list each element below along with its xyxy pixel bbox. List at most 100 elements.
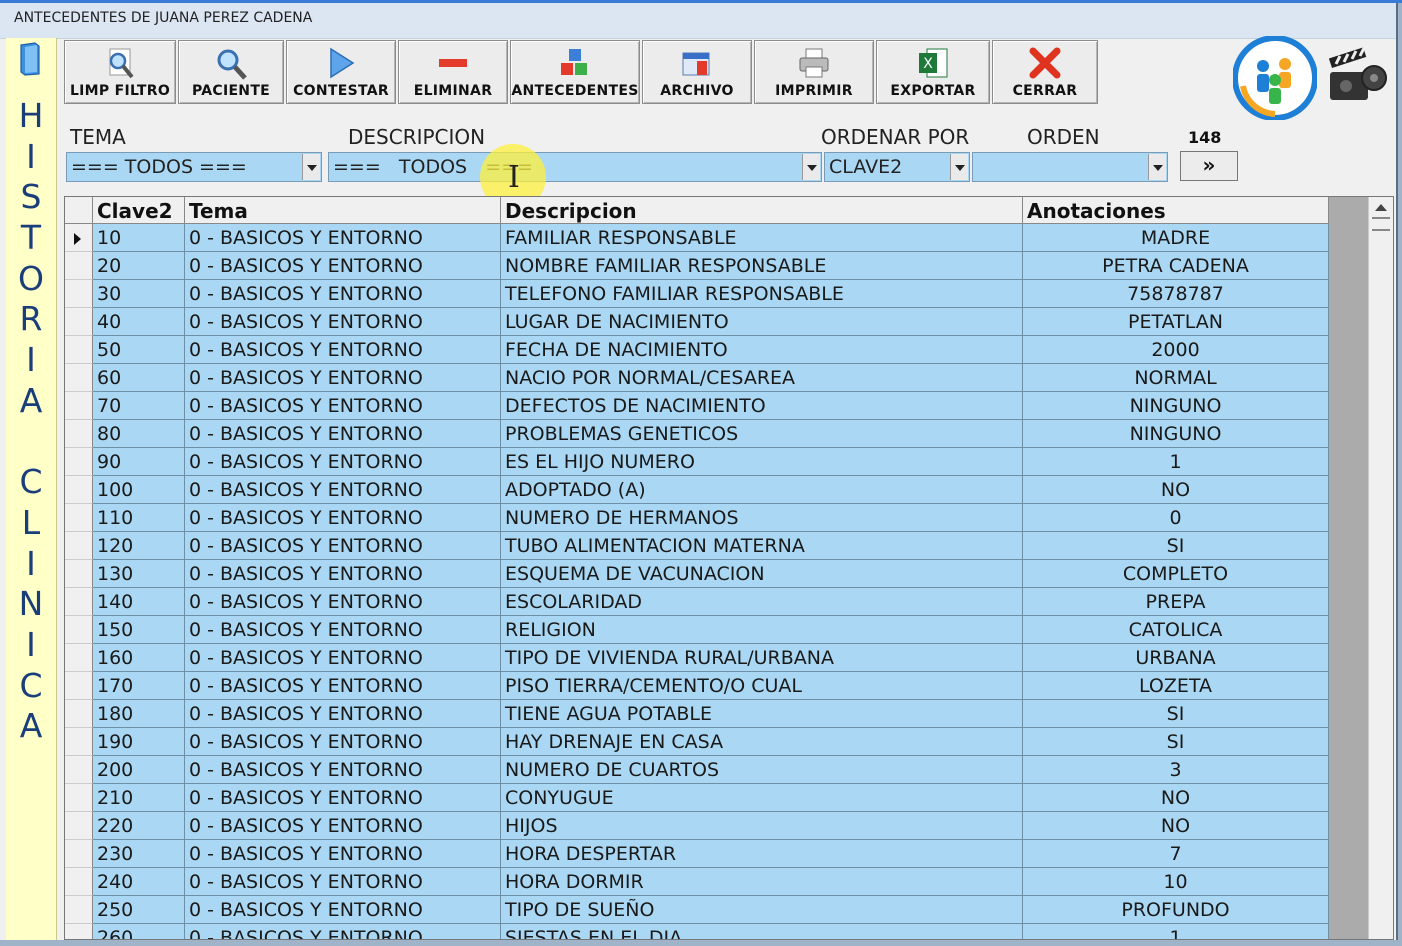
data-grid[interactable]: Clave2 Tema Descripcion Anotaciones 10 0 … — [64, 196, 1394, 940]
contestar-button[interactable]: CONTESTAR — [286, 40, 396, 104]
table-cell-tema[interactable]: 0 - BASICOS Y ENTORNO — [185, 728, 501, 756]
table-cell-clave2[interactable]: 70 — [93, 392, 185, 420]
table-cell-descripcion[interactable]: ESQUEMA DE VACUNACION — [501, 560, 1023, 588]
table-cell-clave2[interactable]: 240 — [93, 868, 185, 896]
row-header[interactable] — [65, 812, 93, 840]
table-cell-anotaciones[interactable]: LOZETA — [1023, 672, 1329, 700]
table-cell-clave2[interactable]: 160 — [93, 644, 185, 672]
row-header[interactable] — [65, 364, 93, 392]
table-cell-descripcion[interactable]: NOMBRE FAMILIAR RESPONSABLE — [501, 252, 1023, 280]
table-cell-anotaciones[interactable]: 1 — [1023, 924, 1329, 939]
row-header[interactable] — [65, 560, 93, 588]
table-cell-descripcion[interactable]: PISO TIERRA/CEMENTO/O CUAL — [501, 672, 1023, 700]
row-header[interactable] — [65, 252, 93, 280]
row-header[interactable] — [65, 420, 93, 448]
table-cell-anotaciones[interactable]: SI — [1023, 532, 1329, 560]
paciente-button[interactable]: PACIENTE — [178, 40, 284, 104]
table-cell-descripcion[interactable]: FAMILIAR RESPONSABLE — [501, 224, 1023, 252]
table-cell-anotaciones[interactable]: CATOLICA — [1023, 616, 1329, 644]
table-cell-clave2[interactable]: 20 — [93, 252, 185, 280]
row-header[interactable] — [65, 896, 93, 924]
table-cell-clave2[interactable]: 130 — [93, 560, 185, 588]
vertical-scrollbar[interactable] — [1368, 197, 1393, 939]
chevron-down-icon[interactable] — [802, 154, 820, 180]
table-cell-descripcion[interactable]: CONYUGUE — [501, 784, 1023, 812]
chevron-down-icon[interactable] — [950, 154, 968, 180]
descripcion-select[interactable]: === TODOS === — [328, 152, 822, 182]
table-cell-descripcion[interactable]: ADOPTADO (A) — [501, 476, 1023, 504]
table-cell-clave2[interactable]: 260 — [93, 924, 185, 939]
table-cell-anotaciones[interactable]: URBANA — [1023, 644, 1329, 672]
table-cell-descripcion[interactable]: HORA DORMIR — [501, 868, 1023, 896]
row-header[interactable] — [65, 476, 93, 504]
table-cell-tema[interactable]: 0 - BASICOS Y ENTORNO — [185, 756, 501, 784]
table-cell-descripcion[interactable]: PROBLEMAS GENETICOS — [501, 420, 1023, 448]
row-header[interactable] — [65, 336, 93, 364]
table-cell-descripcion[interactable]: HAY DRENAJE EN CASA — [501, 728, 1023, 756]
row-header[interactable] — [65, 756, 93, 784]
ordenar-por-select[interactable]: CLAVE2 — [824, 152, 970, 182]
row-header[interactable] — [65, 224, 93, 252]
table-cell-tema[interactable]: 0 - BASICOS Y ENTORNO — [185, 560, 501, 588]
column-header-clave2[interactable]: Clave2 — [93, 197, 185, 223]
table-cell-clave2[interactable]: 200 — [93, 756, 185, 784]
table-cell-clave2[interactable]: 50 — [93, 336, 185, 364]
table-cell-descripcion[interactable]: HORA DESPERTAR — [501, 840, 1023, 868]
table-cell-tema[interactable]: 0 - BASICOS Y ENTORNO — [185, 588, 501, 616]
table-cell-clave2[interactable]: 170 — [93, 672, 185, 700]
next-button[interactable]: » — [1180, 151, 1238, 181]
table-cell-anotaciones[interactable]: NORMAL — [1023, 364, 1329, 392]
table-row[interactable]: 80 0 - BASICOS Y ENTORNO PROBLEMAS GENETIC… — [65, 420, 1329, 448]
table-cell-clave2[interactable]: 80 — [93, 420, 185, 448]
table-cell-tema[interactable]: 0 - BASICOS Y ENTORNO — [185, 672, 501, 700]
table-cell-descripcion[interactable]: HIJOS — [501, 812, 1023, 840]
table-cell-tema[interactable]: 0 - BASICOS Y ENTORNO — [185, 252, 501, 280]
table-row[interactable]: 220 0 - BASICOS Y ENTORNO HIJOS NO — [65, 812, 1329, 840]
archivo-button[interactable]: ARCHIVO — [642, 40, 752, 104]
table-cell-descripcion[interactable]: ESCOLARIDAD — [501, 588, 1023, 616]
table-cell-tema[interactable]: 0 - BASICOS Y ENTORNO — [185, 504, 501, 532]
table-cell-clave2[interactable]: 30 — [93, 280, 185, 308]
table-cell-anotaciones[interactable]: MADRE — [1023, 224, 1329, 252]
table-row[interactable]: 160 0 - BASICOS Y ENTORNO TIPO DE VIVIENDA… — [65, 644, 1329, 672]
table-row[interactable]: 130 0 - BASICOS Y ENTORNO ESQUEMA DE VACUN… — [65, 560, 1329, 588]
table-row[interactable]: 190 0 - BASICOS Y ENTORNO HAY DRENAJE EN C… — [65, 728, 1329, 756]
imprimir-button[interactable]: IMPRIMIR — [754, 40, 874, 104]
row-header[interactable] — [65, 784, 93, 812]
table-cell-clave2[interactable]: 60 — [93, 364, 185, 392]
row-header[interactable] — [65, 392, 93, 420]
table-cell-tema[interactable]: 0 - BASICOS Y ENTORNO — [185, 448, 501, 476]
table-row[interactable]: 90 0 - BASICOS Y ENTORNO ES EL HIJO NUMERO… — [65, 448, 1329, 476]
table-cell-descripcion[interactable]: NACIO POR NORMAL/CESAREA — [501, 364, 1023, 392]
table-cell-clave2[interactable]: 150 — [93, 616, 185, 644]
table-cell-clave2[interactable]: 190 — [93, 728, 185, 756]
table-cell-tema[interactable]: 0 - BASICOS Y ENTORNO — [185, 476, 501, 504]
table-row[interactable]: 20 0 - BASICOS Y ENTORNO NOMBRE FAMILIAR R… — [65, 252, 1329, 280]
row-header[interactable] — [65, 840, 93, 868]
table-cell-anotaciones[interactable]: PREPA — [1023, 588, 1329, 616]
table-cell-tema[interactable]: 0 - BASICOS Y ENTORNO — [185, 924, 501, 939]
table-row[interactable]: 60 0 - BASICOS Y ENTORNO NACIO POR NORMAL/… — [65, 364, 1329, 392]
table-cell-anotaciones[interactable]: 3 — [1023, 756, 1329, 784]
table-cell-descripcion[interactable]: NUMERO DE CUARTOS — [501, 756, 1023, 784]
table-cell-tema[interactable]: 0 - BASICOS Y ENTORNO — [185, 784, 501, 812]
table-cell-anotaciones[interactable]: 75878787 — [1023, 280, 1329, 308]
table-row[interactable]: 140 0 - BASICOS Y ENTORNO ESCOLARIDAD PREPA — [65, 588, 1329, 616]
exportar-button[interactable]: X EXPORTAR — [876, 40, 990, 104]
table-cell-clave2[interactable]: 100 — [93, 476, 185, 504]
chevron-down-icon[interactable] — [302, 154, 320, 180]
scroll-thumb[interactable] — [1372, 217, 1390, 231]
eliminar-button[interactable]: ELIMINAR — [398, 40, 508, 104]
people-group-icon[interactable] — [1233, 36, 1317, 120]
table-cell-clave2[interactable]: 10 — [93, 224, 185, 252]
table-cell-descripcion[interactable]: DEFECTOS DE NACIMIENTO — [501, 392, 1023, 420]
table-row[interactable]: 70 0 - BASICOS Y ENTORNO DEFECTOS DE NACIM… — [65, 392, 1329, 420]
table-cell-clave2[interactable]: 110 — [93, 504, 185, 532]
table-cell-descripcion[interactable]: NUMERO DE HERMANOS — [501, 504, 1023, 532]
table-row[interactable]: 210 0 - BASICOS Y ENTORNO CONYUGUE NO — [65, 784, 1329, 812]
row-header[interactable] — [65, 308, 93, 336]
table-cell-tema[interactable]: 0 - BASICOS Y ENTORNO — [185, 280, 501, 308]
table-row[interactable]: 170 0 - BASICOS Y ENTORNO PISO TIERRA/CEME… — [65, 672, 1329, 700]
table-cell-anotaciones[interactable]: PROFUNDO — [1023, 896, 1329, 924]
table-cell-descripcion[interactable]: TELEFONO FAMILIAR RESPONSABLE — [501, 280, 1023, 308]
